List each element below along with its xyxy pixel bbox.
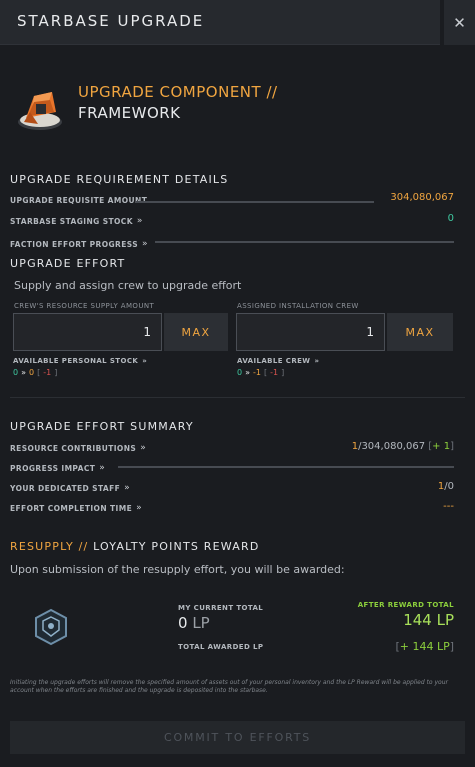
personal-stock-label[interactable]: AVAILABLE PERSONAL STOCK »	[13, 357, 147, 365]
effort-heading: UPGRADE EFFORT	[10, 257, 126, 270]
available-crew-values: 0 » -1 [-1]	[237, 368, 285, 377]
progress-impact-label[interactable]: PROGRESS IMPACT »	[10, 463, 105, 473]
requisite-amount-label: UPGRADE REQUISITE AMOUNT	[10, 196, 148, 205]
current-total-label: MY CURRENT TOTAL	[178, 604, 264, 612]
framework-component-icon	[18, 92, 62, 130]
staging-stock-label[interactable]: STARBASE STAGING STOCK »	[10, 216, 142, 226]
staging-stock-value: 0	[447, 213, 454, 224]
component-title-prefix: UPGRADE COMPONENT //	[78, 83, 278, 101]
progress-impact-bar	[118, 466, 454, 468]
disclaimer-text: Initiating the upgrade efforts will remo…	[10, 679, 448, 694]
total-awarded-label: TOTAL AWARDED LP	[178, 643, 264, 651]
effort-hint: Supply and assign crew to upgrade effort	[14, 279, 242, 292]
dedicated-staff-label[interactable]: YOUR DEDICATED STAFF »	[10, 483, 129, 493]
chevron-right-icon: »	[124, 483, 129, 493]
completion-time-label[interactable]: EFFORT COMPLETION TIME »	[10, 503, 141, 513]
personal-stock-delta: -1	[43, 368, 52, 377]
divider	[10, 397, 465, 398]
personal-stock-after: 0	[29, 368, 35, 377]
requirements-heading: UPGRADE REQUIREMENT DETAILS	[10, 173, 229, 186]
chevron-right-icon: »	[136, 216, 142, 226]
summary-heading: UPGRADE EFFORT SUMMARY	[10, 420, 194, 433]
faction-progress-bar	[155, 241, 454, 243]
commit-button[interactable]: COMMIT TO EFFORTS	[10, 721, 465, 754]
faction-progress-label[interactable]: FACTION EFFORT PROGRESS »	[10, 239, 147, 249]
title-bar: STARBASE UPGRADE	[0, 0, 440, 45]
supply-amount-label: CREW'S RESOURCE SUPPLY AMOUNT	[14, 302, 155, 310]
close-icon[interactable]: ✕	[453, 14, 466, 32]
close-button[interactable]: ✕	[444, 0, 475, 45]
chevron-right-icon: »	[142, 357, 148, 365]
requisite-amount-value: 304,080,067	[390, 192, 454, 203]
component-title-name: FRAMEWORK	[78, 104, 181, 122]
chevron-right-icon: »	[136, 503, 141, 513]
chevron-right-icon: »	[245, 368, 250, 377]
current-total-value: 0 LP	[178, 614, 210, 632]
chevron-right-icon: »	[21, 368, 26, 377]
personal-stock-current: 0	[13, 368, 19, 377]
after-reward-value: 144 LP	[403, 611, 454, 629]
total-awarded-value: [+ 144 LP]	[395, 640, 454, 653]
dedicated-staff-value: 1/0	[437, 481, 454, 492]
personal-stock-values: 0 » 0 [-1]	[13, 368, 58, 377]
available-crew-delta: -1	[270, 368, 279, 377]
loyalty-shield-icon	[35, 608, 67, 646]
reward-hint: Upon submission of the resupply effort, …	[10, 563, 345, 576]
assigned-crew-label: ASSIGNED INSTALLATION CREW	[237, 302, 359, 310]
reward-heading: RESUPPLY // LOYALTY POINTS REWARD	[10, 540, 260, 553]
completion-time-value: ---	[443, 501, 454, 512]
available-crew-after: -1	[253, 368, 261, 377]
assigned-crew-input[interactable]: 1	[236, 313, 385, 351]
supply-max-button[interactable]: MAX	[164, 313, 228, 351]
requisite-bar	[136, 201, 374, 203]
available-crew-current: 0	[237, 368, 243, 377]
after-reward-label: AFTER REWARD TOTAL	[357, 601, 454, 609]
available-crew-label[interactable]: AVAILABLE CREW »	[237, 357, 319, 365]
resource-contributions-value: 1/304,080,067 [+ 1]	[351, 441, 454, 452]
chevron-right-icon: »	[140, 443, 145, 453]
chevron-right-icon: »	[314, 357, 320, 365]
window-title: STARBASE UPGRADE	[17, 12, 205, 30]
crew-max-button[interactable]: MAX	[387, 313, 453, 351]
chevron-right-icon: »	[99, 463, 104, 473]
resource-contributions-label[interactable]: RESOURCE CONTRIBUTIONS »	[10, 443, 145, 453]
supply-amount-input[interactable]: 1	[13, 313, 162, 351]
chevron-right-icon: »	[142, 239, 147, 249]
